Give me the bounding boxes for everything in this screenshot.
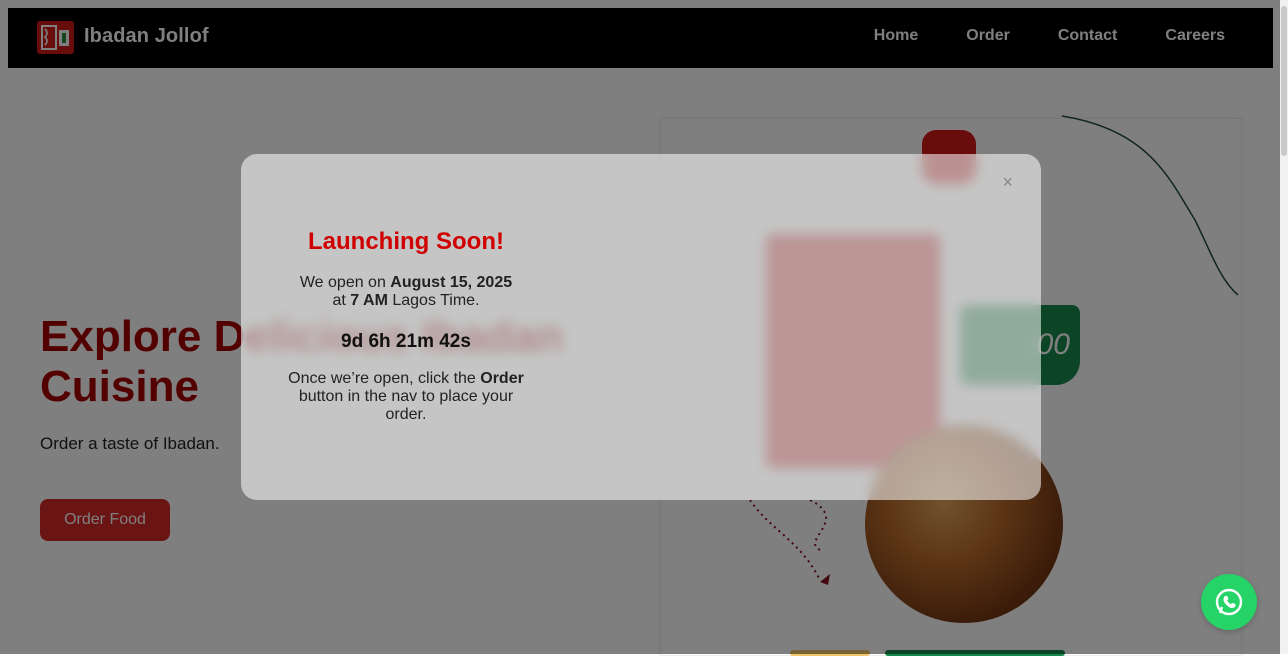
order-instructions: Once we’re open, click the Order button … <box>281 370 531 424</box>
scrollbar-thumb[interactable] <box>1281 6 1287 156</box>
modal-content: Launching Soon! We open on August 15, 20… <box>281 214 531 424</box>
time-prefix: at <box>332 292 351 309</box>
instructions-order-word: Order <box>480 370 524 387</box>
open-date-line: We open on August 15, 2025 <box>281 274 531 292</box>
date-prefix: We open on <box>299 274 391 291</box>
whatsapp-button[interactable] <box>1201 574 1257 630</box>
open-time-line: at 7 AM Lagos Time. <box>281 292 531 310</box>
launch-time: 7 AM <box>350 292 388 309</box>
instructions-prefix: Once we’re open, click the <box>288 370 481 387</box>
close-icon[interactable]: × <box>1002 172 1013 193</box>
instructions-suffix: button in the nav to place your order. <box>298 388 514 423</box>
launch-modal: × Launching Soon! We open on August 15, … <box>241 154 1041 500</box>
page: Ibadan Jollof Home Order Contact Careers… <box>0 0 1288 656</box>
time-suffix: Lagos Time. <box>387 292 480 309</box>
modal-title: Launching Soon! <box>308 228 504 255</box>
whatsapp-icon <box>1215 588 1243 616</box>
countdown-timer: 9d 6h 21m 42s <box>341 331 471 352</box>
launch-date: August 15, 2025 <box>390 274 513 291</box>
